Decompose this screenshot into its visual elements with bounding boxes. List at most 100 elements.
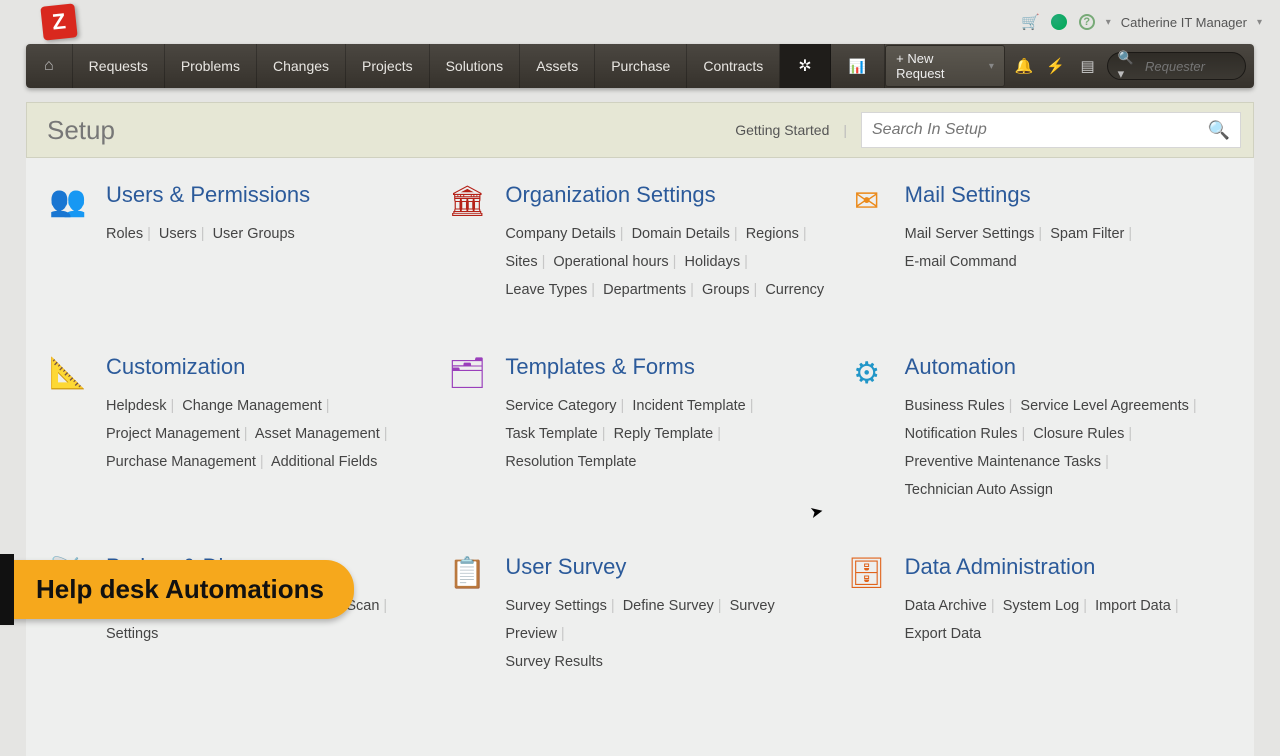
organization-icon: 🏛 bbox=[445, 184, 489, 224]
card-automation: ⚙ Automation Business Rules| Service Lev… bbox=[845, 354, 1234, 504]
card-links: Roles| Users| User Groups bbox=[106, 220, 435, 248]
card-data-administration: 🗄 Data Administration Data Archive| Syst… bbox=[845, 554, 1234, 676]
card-title[interactable]: Automation bbox=[905, 354, 1234, 380]
link-pm-tasks[interactable]: Preventive Maintenance Tasks bbox=[905, 454, 1101, 470]
card-organization-settings: 🏛 Organization Settings Company Details|… bbox=[445, 182, 834, 304]
user-name[interactable]: Catherine IT Manager bbox=[1121, 15, 1247, 30]
chevron-down-icon: ▾ bbox=[989, 61, 994, 72]
link-service-category[interactable]: Service Category bbox=[505, 398, 616, 414]
link-define-survey[interactable]: Define Survey bbox=[623, 598, 714, 614]
card-title[interactable]: Organization Settings bbox=[505, 182, 834, 208]
link-project-mgmt[interactable]: Project Management bbox=[106, 426, 240, 442]
help-caret-icon[interactable]: ▾ bbox=[1106, 17, 1111, 28]
help-icon[interactable]: ? bbox=[1078, 13, 1096, 31]
card-links: Business Rules| Service Level Agreements… bbox=[905, 392, 1234, 504]
link-domain-details[interactable]: Domain Details bbox=[632, 226, 730, 242]
card-title[interactable]: Templates & Forms bbox=[505, 354, 834, 380]
link-notification-rules[interactable]: Notification Rules bbox=[905, 426, 1018, 442]
setup-grid: 👥 Users & Permissions Roles| Users| User… bbox=[26, 158, 1254, 756]
search-icon: 🔍▾ bbox=[1118, 50, 1139, 82]
link-spam-filter[interactable]: Spam Filter bbox=[1050, 226, 1124, 242]
nav-purchase[interactable]: Purchase bbox=[595, 44, 687, 88]
link-mail-server[interactable]: Mail Server Settings bbox=[905, 226, 1035, 242]
customization-icon: 📐 bbox=[46, 356, 90, 396]
link-leave-types[interactable]: Leave Types bbox=[505, 282, 587, 298]
link-survey-results[interactable]: Survey Results bbox=[505, 654, 603, 670]
link-users[interactable]: Users bbox=[159, 226, 197, 242]
link-holidays[interactable]: Holidays bbox=[684, 254, 740, 270]
nav-setup-icon[interactable]: ✲ bbox=[780, 44, 830, 88]
cart-icon[interactable]: 🛒 bbox=[1022, 13, 1040, 31]
nav-home-icon[interactable]: ⌂ bbox=[26, 44, 73, 88]
link-regions[interactable]: Regions bbox=[746, 226, 799, 242]
card-links: Service Category| Incident Template| Tas… bbox=[505, 392, 834, 476]
card-links: Helpdesk| Change Management| Project Man… bbox=[106, 392, 435, 476]
nav-problems[interactable]: Problems bbox=[165, 44, 257, 88]
link-settings[interactable]: Settings bbox=[106, 626, 158, 642]
card-title[interactable]: Mail Settings bbox=[905, 182, 1234, 208]
card-mail-settings: ✉ Mail Settings Mail Server Settings| Sp… bbox=[845, 182, 1234, 304]
link-resolution-template[interactable]: Resolution Template bbox=[505, 454, 636, 470]
new-request-label: + New Request bbox=[896, 51, 985, 81]
card-title[interactable]: User Survey bbox=[505, 554, 834, 580]
link-asset-mgmt[interactable]: Asset Management bbox=[255, 426, 380, 442]
search-icon[interactable]: 🔍 bbox=[1208, 120, 1230, 141]
templates-icon: 🗂 bbox=[445, 356, 489, 396]
setup-search[interactable]: 🔍 bbox=[861, 112, 1241, 148]
link-user-groups[interactable]: User Groups bbox=[213, 226, 295, 242]
mail-icon: ✉ bbox=[845, 184, 889, 224]
link-survey-settings[interactable]: Survey Settings bbox=[505, 598, 607, 614]
card-title[interactable]: Customization bbox=[106, 354, 435, 380]
top-bar-right: 🛒 ? ▾ Catherine IT Manager ▾ bbox=[1022, 13, 1262, 31]
link-incident-template[interactable]: Incident Template bbox=[632, 398, 745, 414]
link-departments[interactable]: Departments bbox=[603, 282, 686, 298]
new-request-button[interactable]: + New Request ▾ bbox=[885, 45, 1005, 87]
card-links: Mail Server Settings| Spam Filter| E-mai… bbox=[905, 220, 1234, 276]
users-icon: 👥 bbox=[46, 184, 90, 224]
page-title: Setup bbox=[47, 115, 115, 146]
link-tech-auto-assign[interactable]: Technician Auto Assign bbox=[905, 482, 1053, 498]
link-helpdesk[interactable]: Helpdesk bbox=[106, 398, 166, 414]
link-additional-fields[interactable]: Additional Fields bbox=[271, 454, 377, 470]
link-reply-template[interactable]: Reply Template bbox=[614, 426, 714, 442]
nav-assets[interactable]: Assets bbox=[520, 44, 595, 88]
link-task-template[interactable]: Task Template bbox=[505, 426, 597, 442]
link-email-command[interactable]: E-mail Command bbox=[905, 254, 1017, 270]
bolt-icon[interactable]: ⚡ bbox=[1043, 53, 1069, 79]
link-sla[interactable]: Service Level Agreements bbox=[1020, 398, 1188, 414]
divider: | bbox=[843, 122, 847, 138]
globe-icon[interactable] bbox=[1050, 13, 1068, 31]
requester-search-input[interactable] bbox=[1145, 59, 1235, 74]
requester-search[interactable]: 🔍▾ bbox=[1107, 52, 1246, 80]
link-roles[interactable]: Roles bbox=[106, 226, 143, 242]
nav-solutions[interactable]: Solutions bbox=[430, 44, 521, 88]
card-title[interactable]: Users & Permissions bbox=[106, 182, 435, 208]
nav-reports-icon[interactable]: 📊 bbox=[831, 44, 885, 88]
link-currency[interactable]: Currency bbox=[765, 282, 824, 298]
nav-contracts[interactable]: Contracts bbox=[687, 44, 780, 88]
link-business-rules[interactable]: Business Rules bbox=[905, 398, 1005, 414]
link-groups[interactable]: Groups bbox=[702, 282, 750, 298]
setup-search-input[interactable] bbox=[872, 121, 1208, 139]
app-logo[interactable]: Z bbox=[40, 3, 77, 40]
link-sites[interactable]: Sites bbox=[505, 254, 537, 270]
nav-changes[interactable]: Changes bbox=[257, 44, 346, 88]
link-data-archive[interactable]: Data Archive bbox=[905, 598, 987, 614]
nav-requests[interactable]: Requests bbox=[73, 44, 165, 88]
link-change-mgmt[interactable]: Change Management bbox=[182, 398, 321, 414]
link-export-data[interactable]: Export Data bbox=[905, 626, 982, 642]
notifications-icon[interactable]: 🔔 bbox=[1011, 53, 1037, 79]
link-op-hours[interactable]: Operational hours bbox=[553, 254, 668, 270]
link-system-log[interactable]: System Log bbox=[1003, 598, 1080, 614]
card-links: Company Details| Domain Details| Regions… bbox=[505, 220, 834, 304]
link-company-details[interactable]: Company Details bbox=[505, 226, 615, 242]
link-import-data[interactable]: Import Data bbox=[1095, 598, 1171, 614]
link-purchase-mgmt[interactable]: Purchase Management bbox=[106, 454, 256, 470]
card-title[interactable]: Data Administration bbox=[905, 554, 1234, 580]
getting-started-link[interactable]: Getting Started bbox=[735, 122, 829, 138]
tutorial-banner: Help desk Automations bbox=[0, 560, 354, 619]
link-closure-rules[interactable]: Closure Rules bbox=[1033, 426, 1124, 442]
list-icon[interactable]: ▤ bbox=[1075, 53, 1101, 79]
nav-projects[interactable]: Projects bbox=[346, 44, 430, 88]
user-caret-icon[interactable]: ▾ bbox=[1257, 17, 1262, 28]
